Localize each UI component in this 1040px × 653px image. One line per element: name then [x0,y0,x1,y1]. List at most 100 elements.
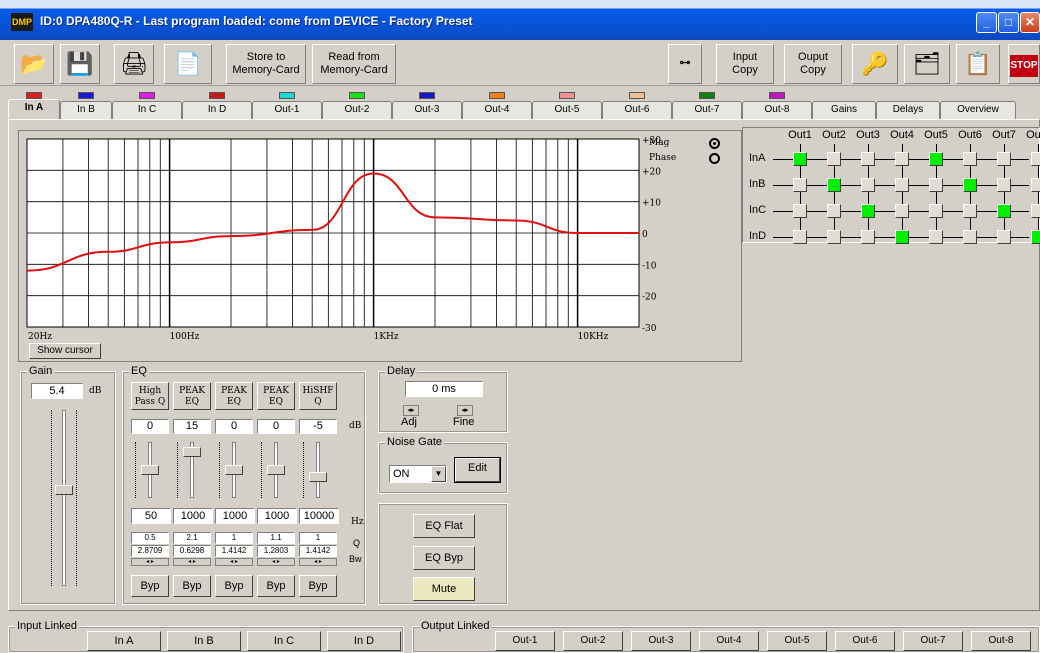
eq-bypass-button-1[interactable]: Byp [173,575,211,597]
matrix-cell[interactable] [861,152,875,166]
eq-q-field-4[interactable]: 1 [299,532,337,544]
eq-gain-field-3[interactable]: 0 [257,419,295,434]
minimize-button[interactable]: _ [976,12,997,33]
input-linked-button-1[interactable]: In B [167,631,241,651]
eq-slider-thumb-1[interactable] [183,446,201,457]
tab-1[interactable]: In B [60,101,112,119]
output-linked-button-4[interactable]: Out-5 [767,631,827,651]
matrix-cell[interactable] [793,204,807,218]
eq-bw-spinner-3[interactable]: ◂ ▸ [257,558,295,566]
eq-bypass-button-2[interactable]: Byp [215,575,253,597]
tab-10[interactable]: Out-7 [672,101,742,119]
open-folder-icon[interactable]: 📂 [14,44,54,84]
eq-bw-spinner-2[interactable]: ◂ ▸ [215,558,253,566]
eq-bypass-button-3[interactable]: Byp [257,575,295,597]
chevron-down-icon[interactable]: ▼ [431,466,446,482]
matrix-cell[interactable] [997,152,1011,166]
gain-slider-track[interactable] [62,410,66,586]
tab-13[interactable]: Delays [876,101,940,119]
matrix-cell[interactable] [895,204,909,218]
tab-8[interactable]: Out-5 [532,101,602,119]
eq-gain-field-1[interactable]: 15 [173,419,211,434]
eq-bw-spinner-0[interactable]: ◂ ▸ [131,558,169,566]
eq-slider-thumb-4[interactable] [309,471,327,482]
eq-type-button-0[interactable]: High Pass Q [131,382,169,410]
tab-11[interactable]: Out-8 [742,101,812,119]
tab-2[interactable]: In C [112,101,182,119]
eq-bw-field-1[interactable]: 0.6298 [173,545,211,557]
matrix-cell[interactable] [963,204,977,218]
eq-slider-thumb-2[interactable] [225,465,243,475]
eq-flat-button[interactable]: EQ Flat [413,514,475,538]
tab-0[interactable]: In A [8,99,60,120]
matrix-cell[interactable] [895,230,909,244]
eq-bypass-button-0[interactable]: Byp [131,575,169,597]
input-linked-button-3[interactable]: In D [327,631,401,651]
matrix-cell[interactable] [929,204,943,218]
eq-freq-field-4[interactable]: 10000 [299,508,339,524]
maximize-button[interactable]: □ [998,12,1019,33]
output-linked-button-0[interactable]: Out-1 [495,631,555,651]
eq-bw-spinner-4[interactable]: ◂ ▸ [299,558,337,566]
input-linked-button-2[interactable]: In C [247,631,321,651]
matrix-cell[interactable] [997,178,1011,192]
notes-icon[interactable]: 📋 [956,44,1000,84]
stop-icon[interactable]: STOP [1008,44,1040,84]
matrix-cell[interactable] [1031,152,1040,166]
matrix-cell[interactable] [963,152,977,166]
eq-slider-thumb-0[interactable] [141,465,159,475]
delay-adj-spinner[interactable]: ◂▸ [403,405,419,416]
eq-type-button-1[interactable]: PEAK EQ [173,382,211,410]
tab-5[interactable]: Out-2 [322,101,392,119]
matrix-cell[interactable] [1031,204,1040,218]
eq-type-button-4[interactable]: HiSHF Q [299,382,337,410]
matrix-cell[interactable] [793,178,807,192]
tab-4[interactable]: Out-1 [252,101,322,119]
ouput-copy-button[interactable]: Ouput Copy [784,44,842,84]
matrix-cell[interactable] [861,178,875,192]
eq-bw-field-0[interactable]: 2.8709 [131,545,169,557]
gain-value-field[interactable]: 5.4 [31,383,83,399]
mag-radio[interactable] [709,138,720,149]
key-icon[interactable]: 🔑 [852,44,898,84]
eq-q-field-0[interactable]: 0.5 [131,532,169,544]
tab-7[interactable]: Out-4 [462,101,532,119]
delay-value-field[interactable]: 0 ms [405,381,483,397]
matrix-cell[interactable] [895,178,909,192]
eq-bypass-button[interactable]: EQ Byp [413,546,475,570]
eq-q-field-2[interactable]: 1 [215,532,253,544]
eq-q-field-3[interactable]: 1.1 [257,532,295,544]
output-linked-button-6[interactable]: Out-7 [903,631,963,651]
output-linked-button-7[interactable]: Out-8 [971,631,1031,651]
eq-bw-field-4[interactable]: 1.4142 [299,545,337,557]
eq-slider-thumb-3[interactable] [267,465,285,475]
eq-bw-field-3[interactable]: 1.2803 [257,545,295,557]
matrix-cell[interactable] [861,230,875,244]
frequency-response-graph[interactable]: +30+20+100-10-20-3020Hz 100Hz 1KHz 10KHz [19,131,741,361]
output-linked-button-3[interactable]: Out-4 [699,631,759,651]
delay-fine-spinner[interactable]: ◂▸ [457,405,473,416]
tab-14[interactable]: Overview [940,101,1016,119]
matrix-cell[interactable] [861,204,875,218]
output-linked-button-1[interactable]: Out-2 [563,631,623,651]
save-disk-icon[interactable]: 💾 [60,44,100,84]
matrix-cell[interactable] [827,152,841,166]
eq-gain-field-4[interactable]: -5 [299,419,337,434]
device-transfer-icon[interactable]: 🗂 [904,44,950,84]
close-button[interactable]: ✕ [1020,12,1040,33]
eq-bw-field-2[interactable]: 1.4142 [215,545,253,557]
matrix-cell[interactable] [929,178,943,192]
eq-bw-spinner-1[interactable]: ◂ ▸ [173,558,211,566]
matrix-cell[interactable] [997,230,1011,244]
store-to-memory-card-button[interactable]: Store to Memory-Card [226,44,306,84]
gain-slider-thumb[interactable] [55,484,73,495]
matrix-cell[interactable] [827,204,841,218]
matrix-cell[interactable] [963,230,977,244]
print-preview-icon[interactable]: 📄 [164,44,212,84]
title-bar[interactable]: DMP ID:0 DPA480Q-R - Last program loaded… [0,0,1040,40]
output-linked-button-5[interactable]: Out-6 [835,631,895,651]
eq-freq-field-1[interactable]: 1000 [173,508,213,524]
matrix-cell[interactable] [929,230,943,244]
eq-bypass-button-4[interactable]: Byp [299,575,337,597]
matrix-cell[interactable] [793,152,807,166]
